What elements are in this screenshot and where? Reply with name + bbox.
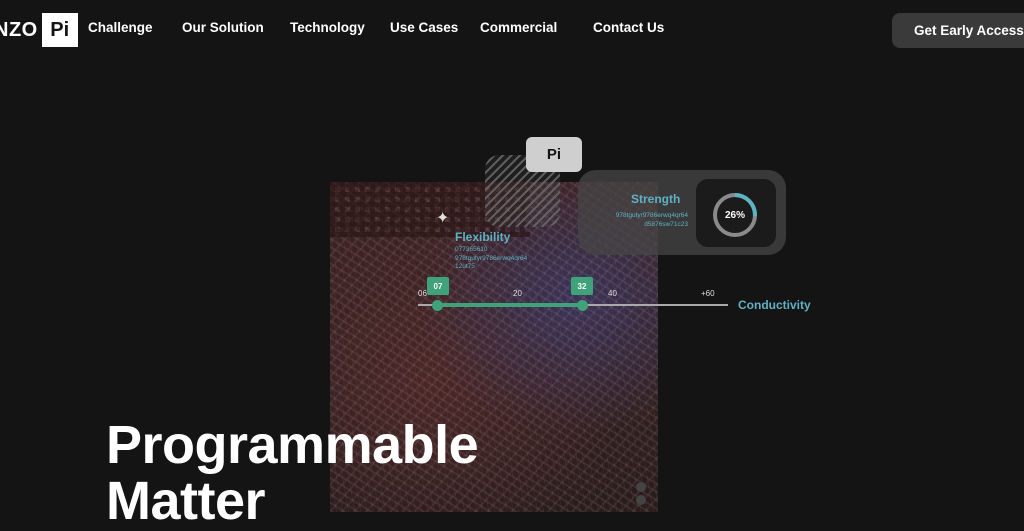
top-navigation: NZO Pi Challenge Our Solution Technology… (0, 0, 1024, 60)
carousel-dot[interactable] (636, 482, 646, 492)
conductivity-marker-high: 32 (571, 277, 593, 295)
conductivity-slider-range (438, 303, 583, 307)
carousel-dots (636, 482, 650, 508)
flexibility-code-line: 12ut75 (455, 263, 475, 270)
conductivity-tick: 40 (608, 289, 617, 298)
logo-text: NZO (0, 18, 38, 41)
nav-item-challenge[interactable]: Challenge (88, 20, 153, 35)
brand-logo[interactable]: NZO Pi (0, 13, 78, 47)
hero-title-line: Programmable (106, 415, 479, 475)
conductivity-slider-thumb-low[interactable] (432, 300, 443, 311)
nav-item-technology[interactable]: Technology (290, 20, 365, 35)
logo-mark: Pi (41, 13, 78, 47)
conductivity-tick: +60 (701, 289, 715, 298)
conductivity-tick: 06 (418, 289, 427, 298)
nav-item-our-solution[interactable]: Our Solution (182, 20, 264, 35)
hero-title-line: Matter (106, 471, 266, 531)
sparkle-icon: ✦ (436, 210, 450, 227)
conductivity-slider-thumb-high[interactable] (577, 300, 588, 311)
conductivity-tick: 20 (513, 289, 522, 298)
strength-code: 978tgutyr9786erwq4qr64 d5876sw71c23 (598, 211, 688, 229)
strength-code-line: d5876sw71c23 (644, 221, 688, 228)
strength-gauge-value: 26% (724, 209, 745, 221)
get-early-access-button[interactable]: Get Early Access (892, 13, 1024, 48)
flexibility-code-line: 077365610 (455, 246, 488, 253)
strength-title: Strength (631, 192, 681, 206)
conductivity-label: Conductivity (738, 298, 811, 312)
strength-code-line: 978tgutyr9786erwq4qr64 (615, 212, 688, 219)
nav-item-use-cases[interactable]: Use Cases (390, 20, 458, 35)
flexibility-code: 077365610 978tgutyr9786erwq4qr64 12ut75 (455, 246, 555, 272)
conductivity-marker-low: 07 (427, 277, 449, 295)
flexibility-code-line: 978tgutyr9786erwq4qr64 (455, 254, 528, 262)
hero-title: Programmable Matter (106, 415, 479, 531)
pi-tag: Pi (526, 137, 582, 172)
flexibility-title: Flexibility (455, 230, 511, 244)
hero-section: Pi ✦ Flexibility 077365610 978tgutyr9786… (0, 60, 1024, 529)
carousel-dot[interactable] (636, 495, 646, 505)
nav-item-commercial[interactable]: Commercial (480, 20, 557, 35)
nav-item-contact-us[interactable]: Contact Us (593, 20, 664, 35)
